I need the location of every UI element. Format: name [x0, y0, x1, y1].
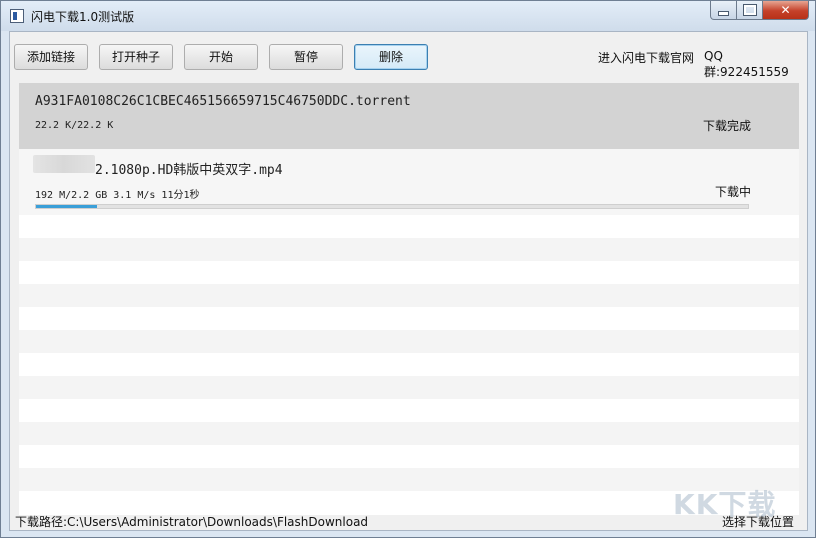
- download-name: A931FA0108C26C1CBEC465156659715C46750DDC…: [35, 94, 411, 109]
- progress-bar: [35, 204, 749, 209]
- official-site-link[interactable]: 进入闪电下载官网: [598, 49, 694, 66]
- list-stripe: [19, 422, 799, 445]
- window-controls: ✕: [710, 1, 809, 21]
- add-link-button[interactable]: 添加链接: [14, 44, 88, 70]
- pause-button[interactable]: 暂停: [269, 44, 343, 70]
- watermark-logo: KK下载: [673, 488, 777, 521]
- open-torrent-button[interactable]: 打开种子: [99, 44, 173, 70]
- download-name: 2.1080p.HD韩版中英双字.mp4: [95, 163, 283, 178]
- download-path-label: 下载路径:C:\Users\Administrator\Downloads\Fl…: [15, 515, 369, 529]
- list-stripe: [19, 376, 799, 399]
- main-panel: 添加链接 打开种子 开始 暂停 删除 进入闪电下载官网 QQ群:92245155…: [9, 31, 808, 531]
- close-button[interactable]: ✕: [763, 1, 809, 20]
- download-list[interactable]: A931FA0108C26C1CBEC465156659715C46750DDC…: [19, 83, 799, 515]
- minimize-icon: [718, 10, 729, 16]
- download-status: 下载完成: [703, 119, 752, 133]
- close-icon: ✕: [780, 3, 791, 17]
- minimize-button[interactable]: [710, 1, 737, 20]
- delete-button[interactable]: 删除: [354, 44, 428, 70]
- list-stripe: [19, 330, 799, 353]
- title-bar[interactable]: 闪电下载1.0测试版 ✕: [1, 1, 815, 31]
- list-stripe: [19, 238, 799, 261]
- qq-group-label: QQ群:922451559: [704, 49, 789, 79]
- window-title: 闪电下载1.0测试版: [31, 10, 135, 24]
- app-window: 闪电下载1.0测试版 ✕ 添加链接 打开种子 开始 暂停 删除 进入闪电下载官网…: [0, 0, 816, 538]
- maximize-button[interactable]: [737, 1, 763, 20]
- progress-bar-fill: [36, 205, 97, 208]
- maximize-icon: [742, 4, 757, 16]
- download-item[interactable]: A931FA0108C26C1CBEC465156659715C46750DDC…: [19, 83, 799, 149]
- start-button[interactable]: 开始: [184, 44, 258, 70]
- app-icon: [10, 9, 24, 23]
- download-item[interactable]: 2.1080p.HD韩版中英双字.mp4 192 M/2.2 GB 3.1 M/…: [19, 149, 799, 215]
- download-progress-info: 192 M/2.2 GB 3.1 M/s 11分1秒: [35, 190, 200, 201]
- list-stripe: [19, 284, 799, 307]
- download-status: 下载中: [715, 185, 752, 199]
- download-size: 22.2 K/22.2 K: [35, 120, 114, 131]
- blurred-filename-prefix: [33, 155, 95, 173]
